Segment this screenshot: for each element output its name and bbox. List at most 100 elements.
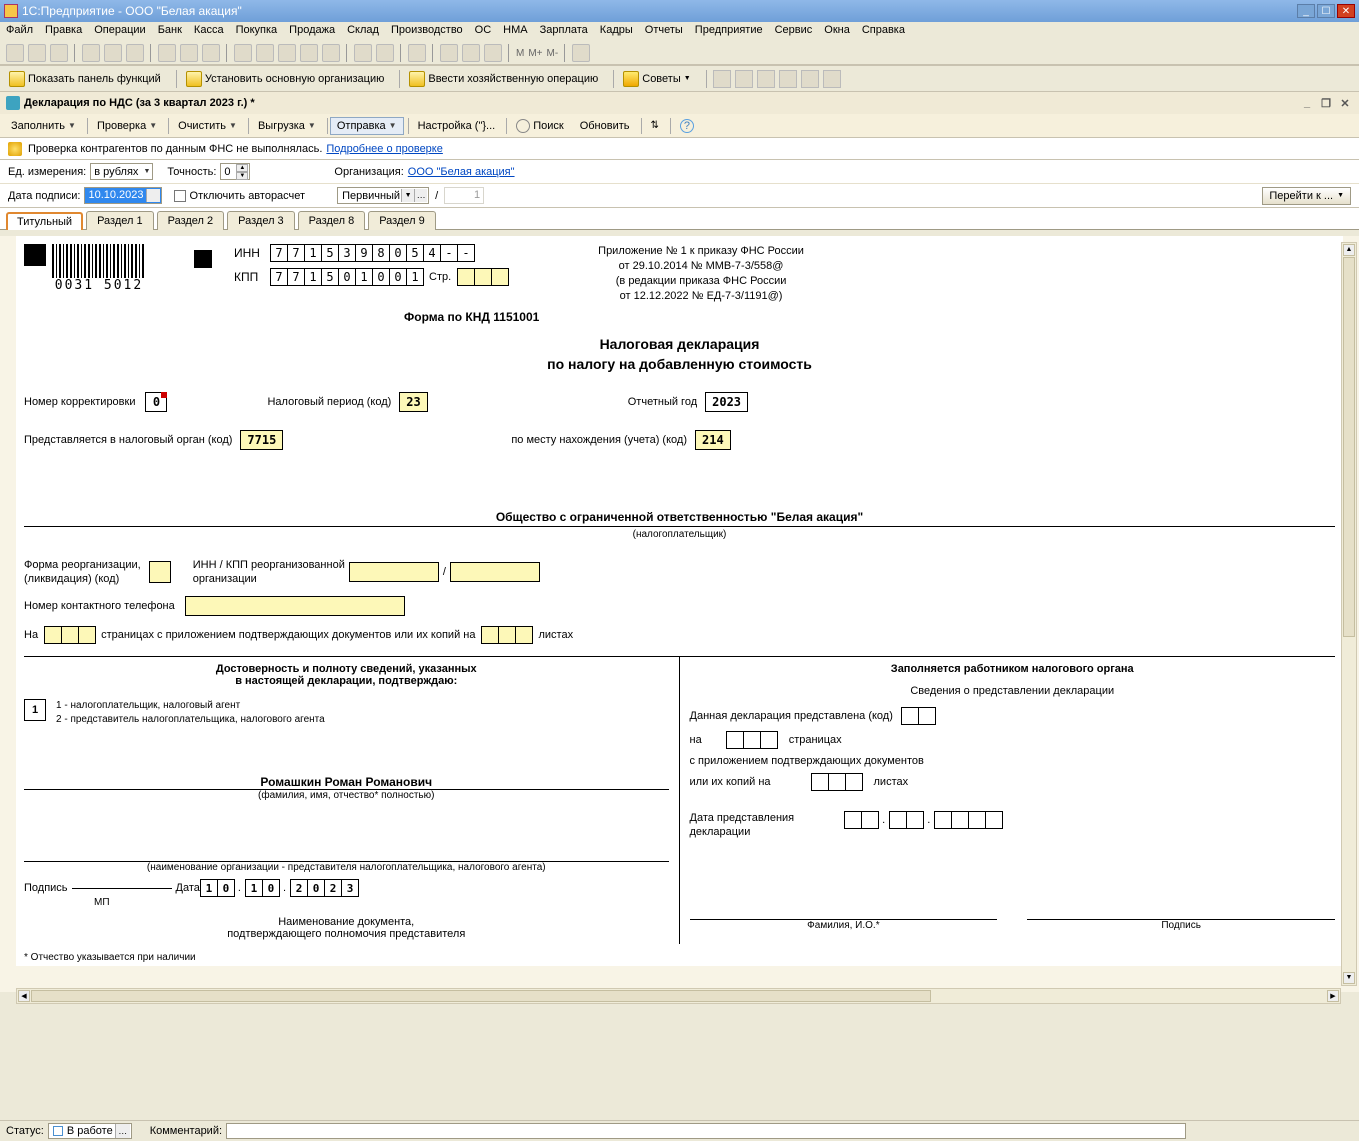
comment-field[interactable] [226,1123,1186,1139]
send-button[interactable]: Отправка▼ [330,117,404,135]
reorg-kpp-field[interactable] [450,562,540,582]
kpp-cell[interactable]: 0 [372,268,390,286]
inn-cell[interactable]: 0 [389,244,407,262]
contact-phone-field[interactable] [185,596,405,616]
tool2-icon[interactable] [462,44,480,62]
confirmer-type-field[interactable]: 1 [24,699,46,721]
calendar-icon[interactable] [376,44,394,62]
save-icon[interactable] [50,44,68,62]
inn-cell[interactable]: - [440,244,458,262]
inn-cell[interactable]: 8 [372,244,390,262]
scroll-left-button[interactable]: ◀ [18,990,30,1002]
reorg-inn-field[interactable] [349,562,439,582]
scroll-down-button[interactable]: ▼ [1343,972,1355,984]
menu-sale[interactable]: Продажа [289,24,335,40]
clear-button[interactable]: Очистить▼ [171,117,244,135]
doc-close-button[interactable]: ✕ [1337,96,1353,110]
period-field[interactable]: 23 [399,392,427,412]
reorg-code-field[interactable] [149,561,171,583]
menu-windows[interactable]: Окна [824,24,850,40]
kpp-cell[interactable]: 7 [287,268,305,286]
paste-icon[interactable] [126,44,144,62]
extra-icon-6[interactable] [823,70,841,88]
stepper-down[interactable]: ▼ [236,172,248,180]
date-y4[interactable]: 3 [341,879,359,897]
panel-functions-button[interactable]: Показать панель функций [4,68,166,90]
scroll-right-button[interactable]: ▶ [1327,990,1339,1002]
calendar-icon[interactable] [146,189,160,202]
precision-stepper[interactable]: 0 ▲▼ [220,163,250,180]
maximize-button[interactable]: ☐ [1317,4,1335,18]
fill-button[interactable]: Заполнить▼ [4,117,83,135]
search-button[interactable]: Поиск [509,116,570,136]
kpp-cell[interactable]: 1 [406,268,424,286]
sign-date-field[interactable]: 10.10.2023 [84,187,161,204]
year-field[interactable]: 2023 [705,392,748,412]
preview-icon[interactable] [256,44,274,62]
primary-select[interactable]: Первичный ▼ … [337,187,429,204]
extra-icon-1[interactable] [713,70,731,88]
tab-section-3[interactable]: Раздел 3 [227,211,295,230]
menu-file[interactable]: Файл [6,24,33,40]
menu-stock[interactable]: Склад [347,24,379,40]
pages-cell[interactable] [44,626,62,644]
tool1-icon[interactable] [440,44,458,62]
kpp-cell[interactable]: 1 [304,268,322,286]
list-icon[interactable] [572,44,590,62]
ellipsis-icon[interactable]: … [414,189,427,202]
alert-link[interactable]: Подробнее о проверке [326,143,442,155]
kpp-cell[interactable]: 1 [355,268,373,286]
inn-cell[interactable]: 7 [270,244,288,262]
corr-field[interactable]: 0 [145,392,167,412]
menu-production[interactable]: Производство [391,24,463,40]
print-icon[interactable] [234,44,252,62]
check-button[interactable]: Проверка▼ [90,117,164,135]
menu-cash[interactable]: Касса [194,24,224,40]
minimize-button[interactable]: _ [1297,4,1315,18]
menu-bank[interactable]: Банк [158,24,182,40]
pages-cell[interactable] [78,626,96,644]
page-cell[interactable] [491,268,509,286]
menu-edit[interactable]: Правка [45,24,82,40]
inn-cell[interactable]: 9 [355,244,373,262]
inn-cell[interactable]: 5 [321,244,339,262]
chevron-down-icon[interactable]: ▼ [401,189,414,202]
operation-button[interactable]: Ввести хозяйственную операцию [404,68,603,90]
menu-enterprise[interactable]: Предприятие [695,24,763,40]
tool3-icon[interactable] [484,44,502,62]
menu-reports[interactable]: Отчеты [645,24,683,40]
setup-button[interactable]: Настройка ("}... [411,117,503,135]
status-select[interactable]: В работе … [48,1123,132,1139]
refresh-icon[interactable] [322,44,340,62]
stepper-up[interactable]: ▲ [236,164,248,172]
updown-button[interactable]: ⇅ [644,117,666,134]
tab-section-2[interactable]: Раздел 2 [157,211,225,230]
cut-icon[interactable] [82,44,100,62]
menu-salary[interactable]: Зарплата [540,24,588,40]
menu-os[interactable]: ОС [475,24,492,40]
kpp-cell[interactable]: 0 [389,268,407,286]
tips-button[interactable]: Советы▼ [618,68,695,90]
kpp-cell[interactable]: 7 [270,268,288,286]
help-round-button[interactable]: ? [673,116,701,136]
open-icon[interactable] [28,44,46,62]
grid-icon[interactable] [300,44,318,62]
attach-cell[interactable] [515,626,533,644]
attach-cell[interactable] [498,626,516,644]
date-m2[interactable]: 0 [262,879,280,897]
doc-restore-button[interactable]: ❐ [1318,96,1334,110]
doc-minimize-button[interactable]: _ [1299,96,1315,110]
redo-icon[interactable] [202,44,220,62]
date-y3[interactable]: 2 [324,879,342,897]
scroll-thumb[interactable] [1343,257,1355,637]
new-icon[interactable] [6,44,24,62]
inn-cell[interactable]: 1 [304,244,322,262]
help-icon[interactable] [408,44,426,62]
tab-title-page[interactable]: Титульный [6,212,83,230]
pages-cell[interactable] [61,626,79,644]
attach-cell[interactable] [481,626,499,644]
place-field[interactable]: 214 [695,430,731,450]
close-button[interactable]: ✕ [1337,4,1355,18]
vertical-scrollbar[interactable]: ▲ ▼ [1341,242,1357,986]
tax-auth-field[interactable]: 7715 [240,430,283,450]
